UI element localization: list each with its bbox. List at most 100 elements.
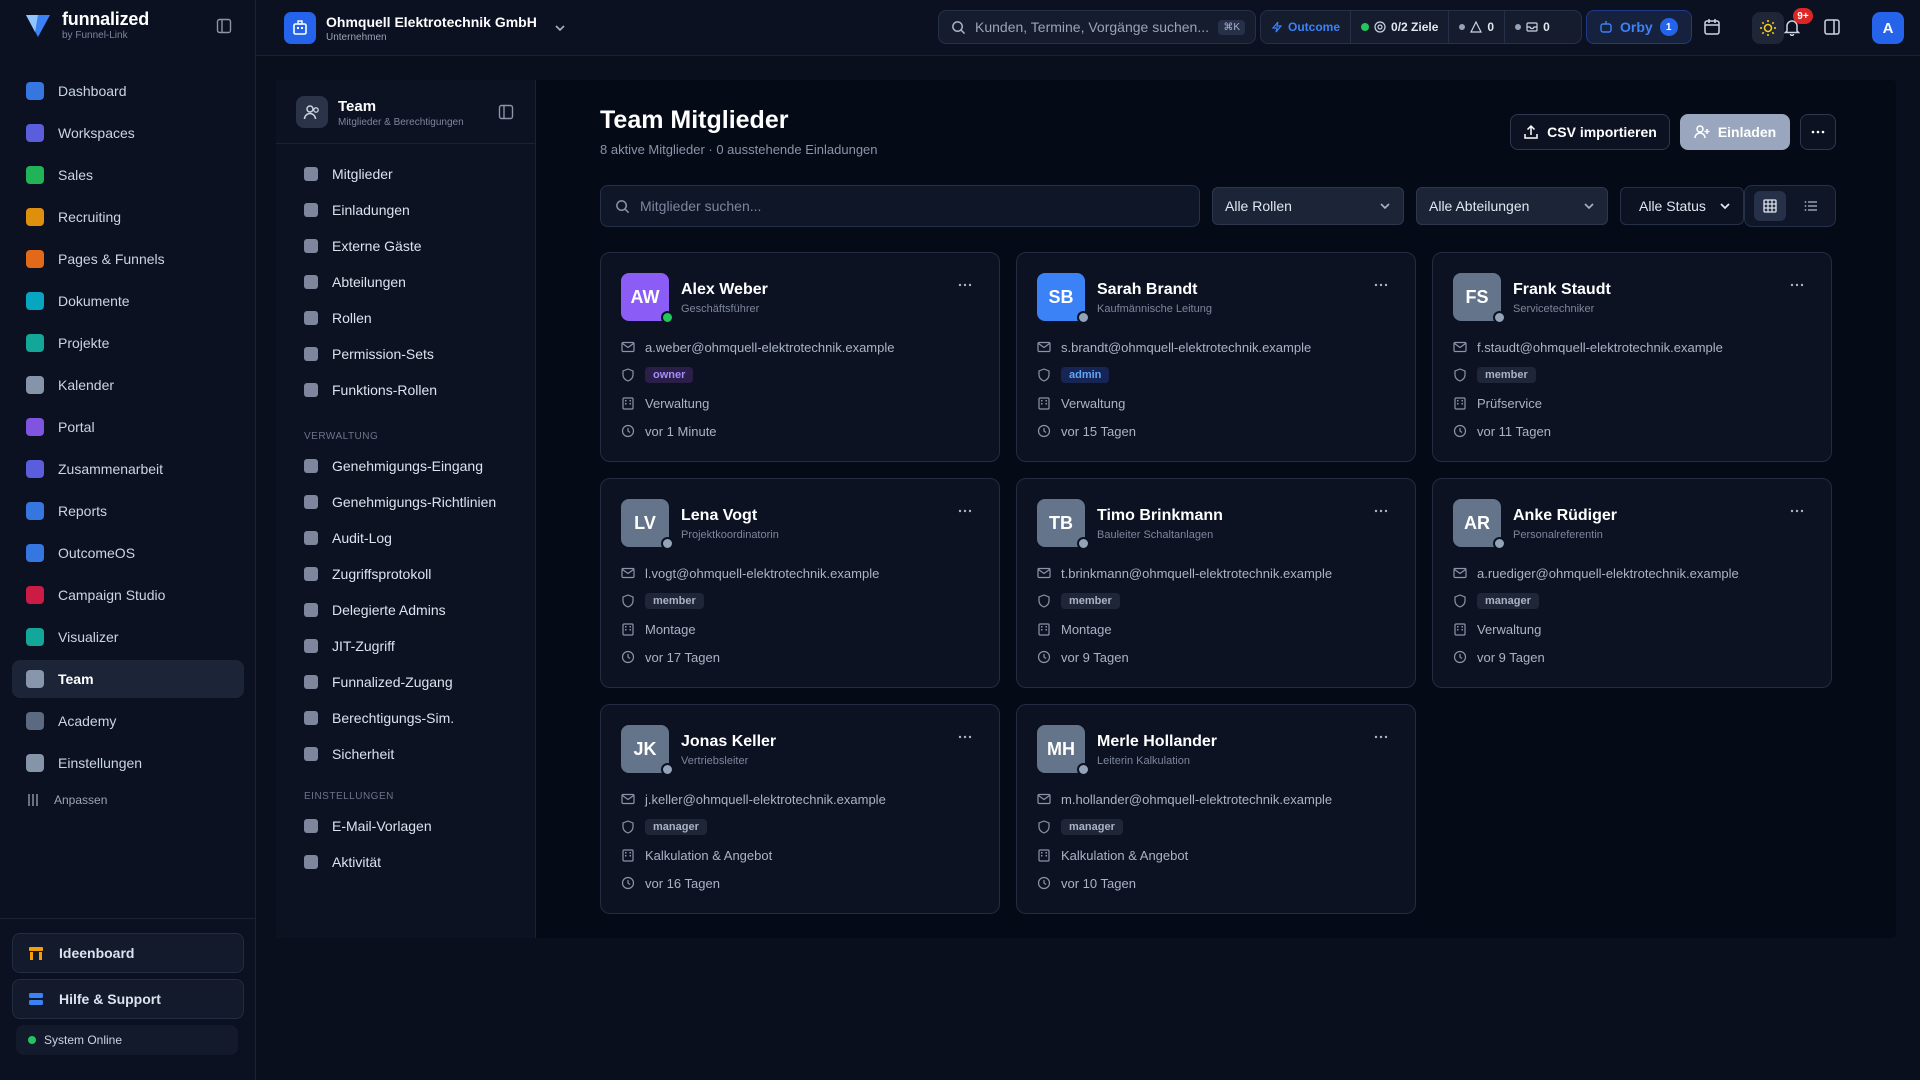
- member-menu-button[interactable]: [1789, 503, 1813, 519]
- subnav-item-icon: [304, 567, 318, 581]
- sidebar-item-collaboration[interactable]: Zusammenarbeit: [12, 450, 244, 488]
- sidebar-item-pages[interactable]: Pages & Funnels: [12, 240, 244, 278]
- subnav-item[interactable]: Berechtigungs-Sim.: [296, 700, 520, 736]
- member-card[interactable]: MH Merle Hollander Leiterin Kalkulation …: [1016, 704, 1416, 914]
- member-email[interactable]: s.brandt@ohmquell-elektrotechnik.example: [1061, 340, 1311, 355]
- outcome-button[interactable]: Outcome: [1261, 11, 1352, 43]
- sidebar-item-academy[interactable]: Academy: [12, 702, 244, 740]
- department-filter-select[interactable]: Alle Abteilungen: [1416, 187, 1608, 225]
- member-card[interactable]: SB Sarah Brandt Kaufmännische Leitung s.…: [1016, 252, 1416, 462]
- member-title: Servicetechniker: [1513, 303, 1595, 315]
- warnings-indicator[interactable]: 0: [1449, 11, 1506, 43]
- role-filter-select[interactable]: Alle Rollen: [1212, 187, 1404, 225]
- member-card[interactable]: AW Alex Weber Geschäftsführer a.weber@oh…: [600, 252, 1000, 462]
- member-menu-button[interactable]: [957, 729, 981, 745]
- member-card[interactable]: FS Frank Staudt Servicetechniker f.staud…: [1432, 252, 1832, 462]
- system-status-label: System Online: [44, 1033, 123, 1047]
- global-search[interactable]: Kunden, Termine, Vorgänge suchen... ⌘K: [938, 10, 1256, 44]
- member-menu-button[interactable]: [1373, 729, 1397, 745]
- subnav-item[interactable]: Funktions-Rollen: [296, 372, 520, 408]
- subnav-item[interactable]: Genehmigungs-Eingang: [296, 448, 520, 484]
- more-actions-button[interactable]: [1800, 114, 1836, 150]
- sidebar-item-dashboard[interactable]: Dashboard: [12, 72, 244, 110]
- subnav-item-label: Delegierte Admins: [332, 602, 446, 618]
- sidebar-item-label: Visualizer: [58, 629, 119, 645]
- subnav-item[interactable]: Delegierte Admins: [296, 592, 520, 628]
- sidebar-item-reports[interactable]: Reports: [12, 492, 244, 530]
- sidebar-item-visualizer[interactable]: Visualizer: [12, 618, 244, 656]
- brand-logo[interactable]: funnalized by Funnel-Link: [24, 10, 149, 41]
- subnav-collapse-icon[interactable]: [498, 104, 514, 120]
- invite-label: Einladen: [1717, 124, 1777, 140]
- sidebar-item-workspaces[interactable]: Workspaces: [12, 114, 244, 152]
- member-card[interactable]: TB Timo Brinkmann Bauleiter Schaltanlage…: [1016, 478, 1416, 688]
- invite-button[interactable]: Einladen: [1680, 114, 1790, 150]
- company-switcher[interactable]: Ohmquell Elektrotechnik GmbH Unternehmen: [284, 12, 569, 44]
- subnav-item[interactable]: Rollen: [296, 300, 520, 336]
- grid-view-button[interactable]: [1753, 191, 1786, 221]
- member-email[interactable]: f.staudt@ohmquell-elektrotechnik.example: [1477, 340, 1723, 355]
- member-email[interactable]: j.keller@ohmquell-elektrotechnik.example: [645, 792, 886, 807]
- subnav-item-icon: [304, 311, 318, 325]
- goals-indicator[interactable]: 0/2 Ziele: [1351, 11, 1450, 43]
- subnav-item[interactable]: Audit-Log: [296, 520, 520, 556]
- settings-icon: [26, 754, 44, 772]
- user-plus-icon: [1694, 124, 1710, 140]
- help-support-button[interactable]: Hilfe & Support: [12, 979, 244, 1019]
- sidebar-item-portal[interactable]: Portal: [12, 408, 244, 446]
- subnav-item[interactable]: Mitglieder: [296, 156, 520, 192]
- member-email[interactable]: m.hollander@ohmquell-elektrotechnik.exam…: [1061, 792, 1332, 807]
- subnav-item[interactable]: JIT-Zugriff: [296, 628, 520, 664]
- subnav-item[interactable]: Zugriffsprotokoll: [296, 556, 520, 592]
- list-view-button[interactable]: [1795, 191, 1827, 221]
- member-last-seen: vor 1 Minute: [645, 423, 717, 439]
- sidebar-item-outcomeos[interactable]: OutcomeOS: [12, 534, 244, 572]
- member-email[interactable]: a.ruediger@ohmquell-elektrotechnik.examp…: [1477, 566, 1739, 581]
- member-last-seen-row: vor 17 Tagen: [621, 647, 720, 667]
- subnav-item[interactable]: Einladungen: [296, 192, 520, 228]
- sidebar-item-projects[interactable]: Projekte: [12, 324, 244, 362]
- sidebar-item-settings[interactable]: Einstellungen: [12, 744, 244, 782]
- sidebar-item-documents[interactable]: Dokumente: [12, 282, 244, 320]
- member-search-input[interactable]: Mitglieder suchen...: [600, 185, 1200, 227]
- sidebar-item-recruiting[interactable]: Recruiting: [12, 198, 244, 236]
- sidebar-item-team[interactable]: Team: [12, 660, 244, 698]
- subnav-item-icon: [304, 203, 318, 217]
- subnav-item[interactable]: Aktivität: [296, 844, 520, 880]
- member-menu-button[interactable]: [957, 277, 981, 293]
- subnav-item[interactable]: Externe Gäste: [296, 228, 520, 264]
- member-menu-button[interactable]: [1373, 503, 1397, 519]
- subnav-item[interactable]: Funnalized-Zugang: [296, 664, 520, 700]
- orby-assistant-button[interactable]: Orby 1: [1586, 10, 1692, 44]
- member-card[interactable]: JK Jonas Keller Vertriebsleiter j.keller…: [600, 704, 1000, 914]
- customize-nav-button[interactable]: Anpassen: [12, 786, 244, 814]
- csv-import-button[interactable]: CSV importieren: [1510, 114, 1670, 150]
- status-filter-select[interactable]: Alle Status: [1620, 187, 1744, 225]
- member-menu-button[interactable]: [1789, 277, 1813, 293]
- messages-indicator[interactable]: 0: [1505, 11, 1560, 43]
- subnav-item[interactable]: Permission-Sets: [296, 336, 520, 372]
- subnav-item-label: Berechtigungs-Sim.: [332, 710, 455, 726]
- sidebar-item-calendar[interactable]: Kalender: [12, 366, 244, 404]
- subnav-item[interactable]: Abteilungen: [296, 264, 520, 300]
- panel-toggle-button[interactable]: [1819, 14, 1845, 40]
- member-last-seen: vor 15 Tagen: [1061, 423, 1136, 439]
- subnav-item[interactable]: Genehmigungs-Richtlinien: [296, 484, 520, 520]
- chevron-down-icon: [1720, 203, 1730, 210]
- member-menu-button[interactable]: [957, 503, 981, 519]
- member-email[interactable]: l.vogt@ohmquell-elektrotechnik.example: [645, 566, 879, 581]
- member-menu-button[interactable]: [1373, 277, 1397, 293]
- member-email[interactable]: t.brinkmann@ohmquell-elektrotechnik.exam…: [1061, 566, 1332, 581]
- subnav-item[interactable]: Sicherheit: [296, 736, 520, 772]
- member-card[interactable]: LV Lena Vogt Projektkoordinatorin l.vogt…: [600, 478, 1000, 688]
- subnav-item[interactable]: E-Mail-Vorlagen: [296, 808, 520, 844]
- ideaboard-button[interactable]: Ideenboard: [12, 933, 244, 973]
- member-email[interactable]: a.weber@ohmquell-elektrotechnik.example: [645, 340, 895, 355]
- sidebar-item-sales[interactable]: Sales: [12, 156, 244, 194]
- member-name: Lena Vogt: [681, 507, 758, 524]
- sidebar-collapse-icon[interactable]: [216, 18, 234, 36]
- calendar-button[interactable]: [1699, 14, 1725, 40]
- sidebar-item-flag[interactable]: Campaign Studio: [12, 576, 244, 614]
- user-avatar[interactable]: A: [1872, 12, 1904, 44]
- member-card[interactable]: AR Anke Rüdiger Personalreferentin a.rue…: [1432, 478, 1832, 688]
